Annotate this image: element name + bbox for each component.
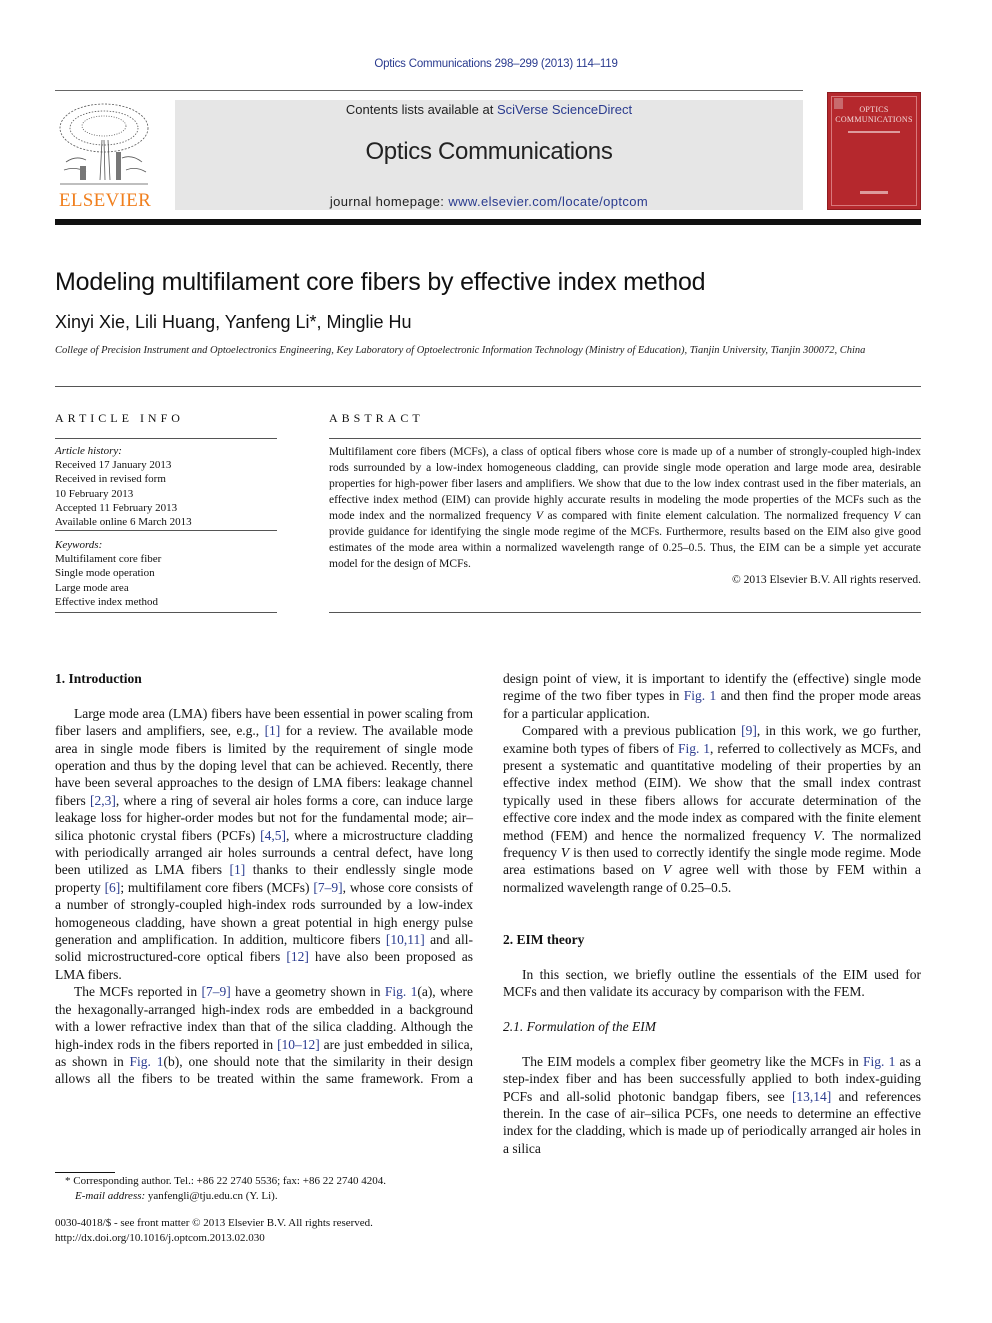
article-history-rule — [55, 530, 277, 531]
section-heading: 2. EIM theory — [503, 932, 585, 948]
doi-link[interactable]: http://dx.doi.org/10.1016/j.optcom.2013.… — [55, 1231, 475, 1246]
history-item: Accepted 11 February 2013 — [55, 501, 178, 514]
symbol-v: V — [535, 510, 543, 522]
reference-link[interactable]: Fig. 1 — [130, 1054, 164, 1069]
homepage-line: journal homepage: www.elsevier.com/locat… — [175, 194, 803, 209]
article-history-label: Article history: — [55, 445, 122, 457]
reference-link[interactable]: [10,11] — [386, 932, 425, 947]
abstract-copyright: © 2013 Elsevier B.V. All rights reserved… — [732, 574, 921, 586]
keyword-item: Effective index method — [55, 595, 159, 608]
cover-title: OPTICS COMMUNICATIONS — [828, 105, 920, 125]
keywords: Keywords: Multifilament core fiber Singl… — [55, 538, 277, 609]
reference-link[interactable]: [2,3] — [90, 793, 116, 808]
paragraph: In this section, we briefly outline the … — [503, 966, 921, 1000]
keyword-item: Multifilament core fiber — [55, 553, 162, 566]
history-item: Received in revised form — [55, 473, 166, 486]
reference-link[interactable]: [9] — [741, 723, 757, 738]
symbol-v: V — [813, 827, 822, 843]
homepage-prefix: journal homepage: — [329, 194, 449, 209]
abstract: Multifilament core fibers (MCFs), a clas… — [329, 444, 921, 588]
article-info-rule — [55, 438, 277, 439]
reference-link[interactable]: Fig. 1 — [385, 984, 417, 999]
paragraph: The MCFs reported in [7–9] have a geomet… — [55, 984, 474, 1087]
journal-title: Optics Communications — [365, 138, 613, 165]
history-item: 10 February 2013 — [55, 487, 134, 500]
body-column-left: 1. Introduction Large mode area (LMA) fi… — [55, 670, 473, 1088]
sciencedirect-link[interactable]: SciVerse ScienceDirect — [497, 102, 632, 117]
issn-block: 0030-4018/$ - see front matter © 2013 El… — [55, 1216, 475, 1245]
symbol-v: V — [560, 845, 570, 861]
reference-link[interactable]: [4,5] — [260, 828, 286, 843]
reference-link[interactable]: [7–9] — [313, 880, 342, 895]
paragraph: The EIM models a complex fiber geometry … — [503, 1053, 921, 1156]
history-item: Available online 6 March 2013 — [55, 516, 192, 529]
title-rule — [55, 386, 921, 387]
paragraph-continued: design point of view, it is important to… — [503, 671, 922, 721]
header-rule — [55, 90, 803, 91]
keywords-rule — [55, 612, 277, 613]
footnote: * Corresponding author. Tel.: +86 22 274… — [55, 1174, 475, 1203]
article-history: Article history: Received 17 January 201… — [55, 444, 277, 529]
contents-prefix: Contents lists available at — [345, 102, 497, 117]
reference-link[interactable]: [12] — [286, 949, 309, 964]
abstract-rule-bottom — [329, 612, 921, 613]
journal-citation[interactable]: Optics Communications 298–299 (2013) 114… — [0, 58, 992, 70]
cover-tagline — [848, 131, 900, 133]
reference-link[interactable]: [1] — [230, 862, 246, 877]
keywords-label: Keywords: — [55, 539, 103, 551]
article-affiliation: College of Precision Instrument and Opto… — [55, 345, 866, 356]
article-info-heading: ARTICLE INFO — [55, 411, 184, 425]
subsection-heading: 2.1. Formulation of the EIM — [503, 1019, 656, 1035]
elsevier-logo[interactable]: ELSEVIER — [52, 100, 158, 212]
elsevier-wordmark: ELSEVIER — [58, 190, 152, 211]
reference-link[interactable]: [6] — [105, 880, 121, 895]
email-label: E-mail address: — [75, 1189, 148, 1202]
abstract-text: Multifilament core fibers (MCFs), a clas… — [329, 446, 921, 570]
journal-cover-thumbnail[interactable]: OPTICS COMMUNICATIONS — [827, 92, 921, 210]
symbol-v: V — [893, 510, 901, 522]
reference-link[interactable]: [10–12] — [277, 1037, 320, 1052]
issn-line: 0030-4018/$ - see front matter © 2013 El… — [55, 1217, 373, 1229]
header-thick-rule — [55, 219, 921, 225]
elsevier-tree-icon — [59, 103, 149, 185]
paragraph: Compared with a previous publication [9]… — [503, 723, 922, 895]
footnote-rule — [55, 1172, 115, 1173]
contents-line: Contents lists available at SciVerse Sci… — [175, 102, 803, 117]
article-title: Modeling multifilament core fibers by ef… — [55, 268, 706, 296]
paragraph: Large mode area (LMA) fibers have been e… — [55, 705, 474, 982]
abstract-heading: ABSTRACT — [329, 411, 424, 425]
symbol-v: V — [662, 862, 672, 878]
article-authors: Xinyi Xie, Lili Huang, Yanfeng Li*, Ming… — [55, 312, 412, 332]
history-item: Received 17 January 2013 — [55, 459, 172, 472]
reference-link[interactable]: [1] — [265, 723, 281, 738]
keyword-item: Large mode area — [55, 581, 129, 594]
body-column-right: design point of view, it is important to… — [503, 670, 921, 1157]
journal-banner: Contents lists available at SciVerse Sci… — [175, 100, 803, 210]
email-address[interactable]: yanfengli@tju.edu.cn (Y. Li). — [148, 1190, 278, 1202]
section-heading: 1. Introduction — [55, 671, 142, 686]
homepage-link[interactable]: www.elsevier.com/locate/optcom — [448, 194, 648, 209]
corresponding-author-note: * Corresponding author. Tel.: +86 22 274… — [65, 1175, 386, 1187]
cover-footer — [860, 191, 888, 194]
reference-link[interactable]: Fig. 1 — [863, 1054, 895, 1069]
cover-title-line2: COMMUNICATIONS — [835, 115, 913, 124]
reference-link[interactable]: Fig. 1 — [684, 688, 717, 703]
keyword-item: Single mode operation — [55, 567, 155, 580]
reference-link[interactable]: [7–9] — [202, 984, 231, 999]
reference-link[interactable]: Fig. 1 — [678, 741, 710, 756]
reference-link[interactable]: [13,14] — [792, 1089, 831, 1104]
cover-title-line1: OPTICS — [859, 105, 889, 114]
abstract-rule-top — [329, 438, 921, 439]
email-note: E-mail address: yanfengli@tju.edu.cn (Y.… — [55, 1189, 475, 1204]
